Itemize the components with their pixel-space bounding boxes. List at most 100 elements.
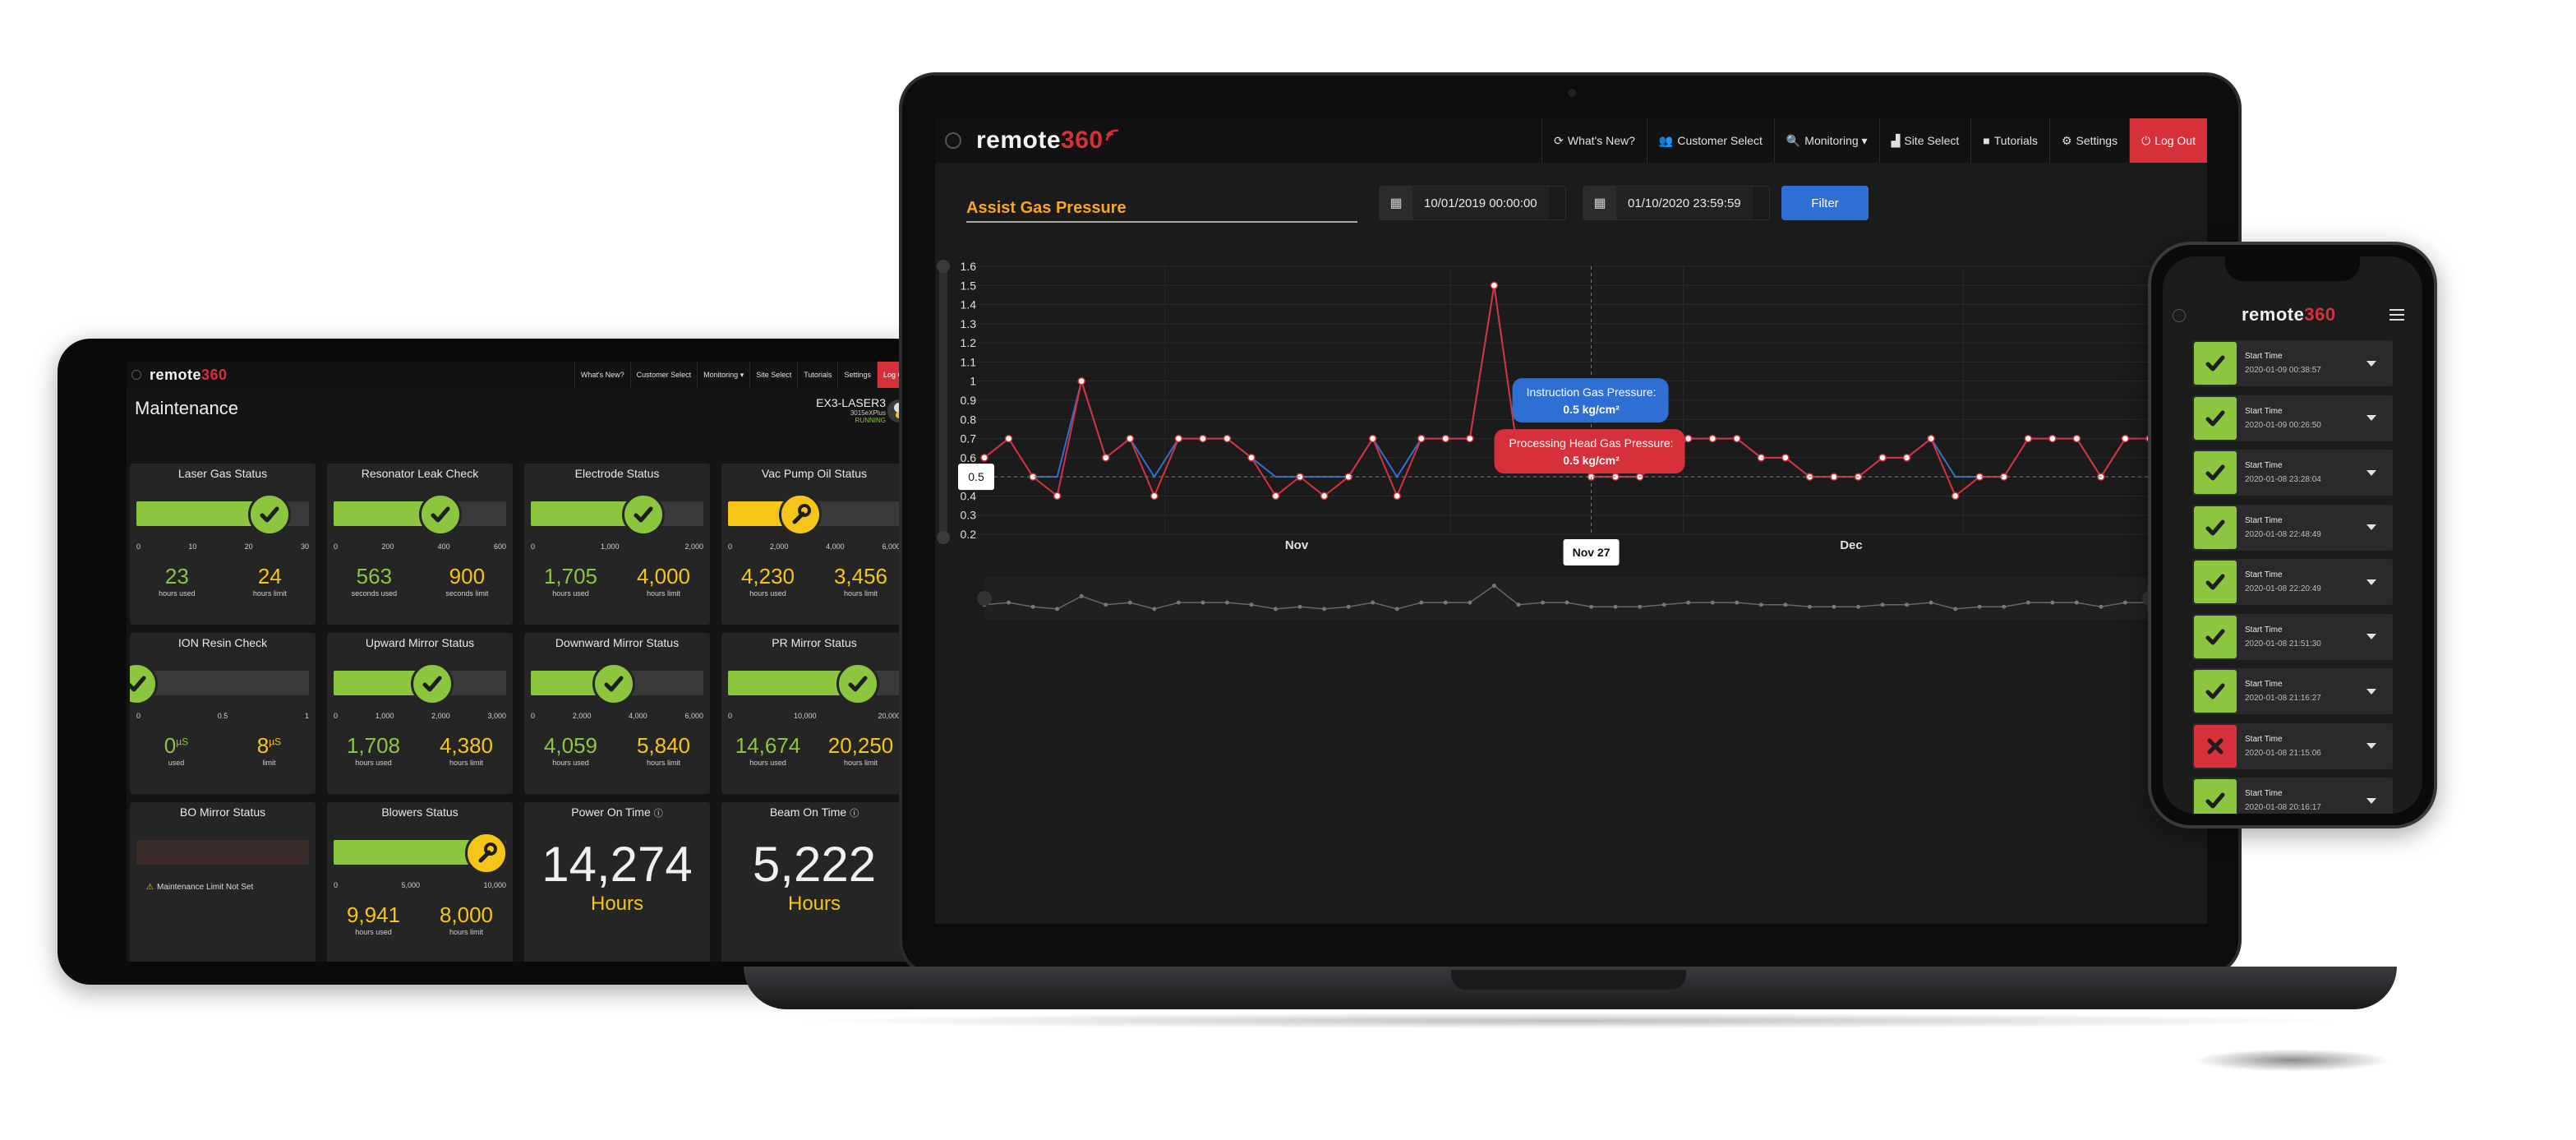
used-block: 563 seconds used (352, 564, 398, 598)
data-point[interactable] (1902, 454, 1911, 462)
data-point[interactable] (1708, 434, 1717, 443)
nav-settings[interactable]: ⚙ Settings (2048, 118, 2129, 163)
data-point[interactable] (1466, 434, 1474, 443)
data-point[interactable] (1004, 434, 1013, 443)
maintenance-card[interactable]: ION Resin Check 0 0.5 1 0µS used 8µS limit (130, 633, 316, 794)
power-on-card[interactable]: Power On Time ⓘ 14,274 Hours (524, 802, 710, 962)
brand-logo[interactable]: remote360 (976, 127, 1104, 155)
beam-on-card[interactable]: Beam On Time ⓘ 5,222 Hours (721, 802, 907, 962)
info-icon[interactable]: ⓘ (850, 809, 859, 819)
data-point[interactable] (1320, 492, 1329, 501)
back-icon[interactable] (945, 132, 961, 149)
data-point[interactable] (1101, 454, 1110, 462)
data-point[interactable] (1126, 434, 1134, 443)
used-value: 4,230 (741, 564, 795, 589)
data-point[interactable] (1174, 434, 1183, 443)
maintenance-card[interactable]: Vac Pump Oil Status 0 2,000 4,000 6,000 4,230… (721, 464, 907, 625)
job-row[interactable]: Start Time 2020-01-08 23:28:04 (2192, 450, 2393, 496)
data-point[interactable] (2121, 434, 2130, 443)
maintenance-card[interactable]: Laser Gas Status 0 10 20 30 23 hours used 24 hou… (130, 464, 316, 625)
tablet-nav-tutorials[interactable]: Tutorials (797, 362, 837, 388)
job-row[interactable]: Start Time 2020-01-09 00:38:57 (2192, 340, 2393, 386)
data-point[interactable] (1368, 434, 1377, 443)
nav-site-select[interactable]: ▟ Site Select (1878, 118, 1971, 163)
data-point[interactable] (1781, 454, 1790, 462)
end-date-picker[interactable]: ▦ 01/10/2020 23:59:59 (1583, 186, 1770, 220)
maintenance-card[interactable]: Resonator Leak Check 0 200 400 600 563 seconds… (327, 464, 513, 625)
range-navigator[interactable] (984, 577, 2150, 620)
slider-handle-top[interactable] (937, 260, 950, 273)
data-point[interactable] (1878, 454, 1887, 462)
chevron-down-icon[interactable] (2366, 743, 2376, 749)
bo-mirror-card[interactable]: BO Mirror Status ⚠ Maintenance Limit Not S… (130, 802, 316, 962)
data-point[interactable] (1951, 492, 1960, 501)
end-date-input[interactable]: 01/10/2020 23:59:59 (1616, 187, 1753, 219)
maintenance-card[interactable]: Electrode Status 0 1,000 2,000 1,705 hours us… (524, 464, 710, 625)
gears-icon: ⚙ (2061, 133, 2072, 147)
job-row[interactable]: Start Time 2020-01-09 00:26:50 (2192, 395, 2393, 441)
data-point[interactable] (1247, 454, 1256, 462)
data-point[interactable] (980, 454, 988, 462)
maintenance-card[interactable]: Blowers Status 0 5,000 10,000 9,941 hours use… (327, 802, 513, 962)
tablet-brand-logo[interactable]: remote360 (150, 367, 228, 384)
filter-button[interactable]: Filter (1781, 186, 1869, 220)
maintenance-card[interactable]: Upward Mirror Status 0 1,000 2,000 3,000 1,70… (327, 633, 513, 794)
job-row[interactable]: Start Time 2020-01-08 22:20:49 (2192, 559, 2393, 605)
data-point[interactable] (1757, 454, 1766, 462)
chevron-down-icon[interactable] (2366, 688, 2376, 695)
start-date-input[interactable]: 10/01/2019 00:00:00 (1412, 187, 1549, 219)
back-icon[interactable] (131, 370, 141, 380)
chevron-down-icon[interactable] (2366, 360, 2376, 367)
data-point[interactable] (1490, 281, 1499, 290)
data-point[interactable] (1417, 434, 1426, 443)
start-date-picker[interactable]: ▦ 10/01/2019 00:00:00 (1379, 186, 1566, 220)
data-point[interactable] (1077, 376, 1085, 385)
data-point[interactable] (2048, 434, 2057, 443)
chevron-down-icon[interactable] (2366, 797, 2376, 804)
data-point[interactable] (1150, 492, 1159, 501)
nav-logout[interactable]: ⏻ Log Out (2129, 118, 2207, 163)
phone-brand-logo[interactable]: remote360 (2242, 304, 2336, 325)
data-point[interactable] (2072, 434, 2081, 443)
back-icon[interactable] (2173, 309, 2186, 322)
job-row[interactable]: Start Time 2020-01-08 21:15:06 (2192, 722, 2393, 769)
job-row[interactable]: Start Time 2020-01-08 21:16:27 (2192, 668, 2393, 714)
chevron-down-icon[interactable] (2366, 579, 2376, 585)
maintenance-card[interactable]: Downward Mirror Status 0 2,000 4,000 6,000 4,… (524, 633, 710, 794)
tablet-nav-customer-select[interactable]: Customer Select (629, 362, 698, 388)
maintenance-card[interactable]: PR Mirror Status 0 10,000 20,000 14,674 hours… (721, 633, 907, 794)
tablet-nav-monitoring[interactable]: Monitoring ▾ (697, 362, 749, 388)
job-row[interactable]: Start Time 2020-01-08 20:16:17 (2192, 778, 2393, 814)
chevron-down-icon[interactable] (2366, 524, 2376, 530)
nav-tutorials[interactable]: ■ Tutorials (1970, 118, 2049, 163)
gauge-tick-label: 4,000 (629, 712, 647, 720)
job-row[interactable]: Start Time 2020-01-08 22:48:49 (2192, 504, 2393, 551)
machine-info[interactable]: EX3-LASER3 3015eXPlus RUNNING (816, 396, 886, 424)
nav-customer-select[interactable]: 👥 Customer Select (1646, 118, 1774, 163)
data-point[interactable] (1271, 492, 1280, 501)
data-point[interactable] (1684, 434, 1693, 443)
data-point[interactable] (1393, 492, 1401, 501)
tablet-nav-site-select[interactable]: Site Select (749, 362, 797, 388)
data-point[interactable] (1441, 434, 1450, 443)
job-row[interactable]: Start Time 2020-01-08 21:51:30 (2192, 613, 2393, 660)
chevron-down-icon[interactable] (2366, 634, 2376, 639)
data-point[interactable] (1199, 434, 1207, 443)
nav-whats-new[interactable]: ⟳ What's New? (1541, 118, 1647, 163)
info-icon[interactable]: ⓘ (654, 809, 663, 819)
tablet-nav-whats-new[interactable]: What's New? (574, 362, 630, 388)
data-point[interactable] (2024, 434, 2033, 443)
chevron-down-icon[interactable] (2366, 415, 2376, 421)
job-row-date: 2020-01-08 22:48:49 (2245, 529, 2321, 539)
navigator-handle-left[interactable] (977, 591, 992, 606)
slider-handle-bottom[interactable] (937, 531, 950, 544)
tablet-nav-settings[interactable]: Settings (837, 362, 877, 388)
nav-monitoring[interactable]: 🔍 Monitoring ▾ (1773, 118, 1879, 163)
chevron-down-icon[interactable] (2366, 469, 2376, 476)
gas-pressure-chart[interactable]: 0.2 0.3 0.4 0.5 0.6 0.7 0.8 0.9 1 1.1 1.2 1.3 1.4 1.5… (935, 233, 2207, 924)
data-point[interactable] (1927, 434, 1935, 443)
data-point[interactable] (1223, 434, 1232, 443)
data-point[interactable] (1733, 434, 1741, 443)
data-point[interactable] (1053, 492, 1062, 501)
hamburger-menu-icon[interactable] (2389, 309, 2404, 321)
